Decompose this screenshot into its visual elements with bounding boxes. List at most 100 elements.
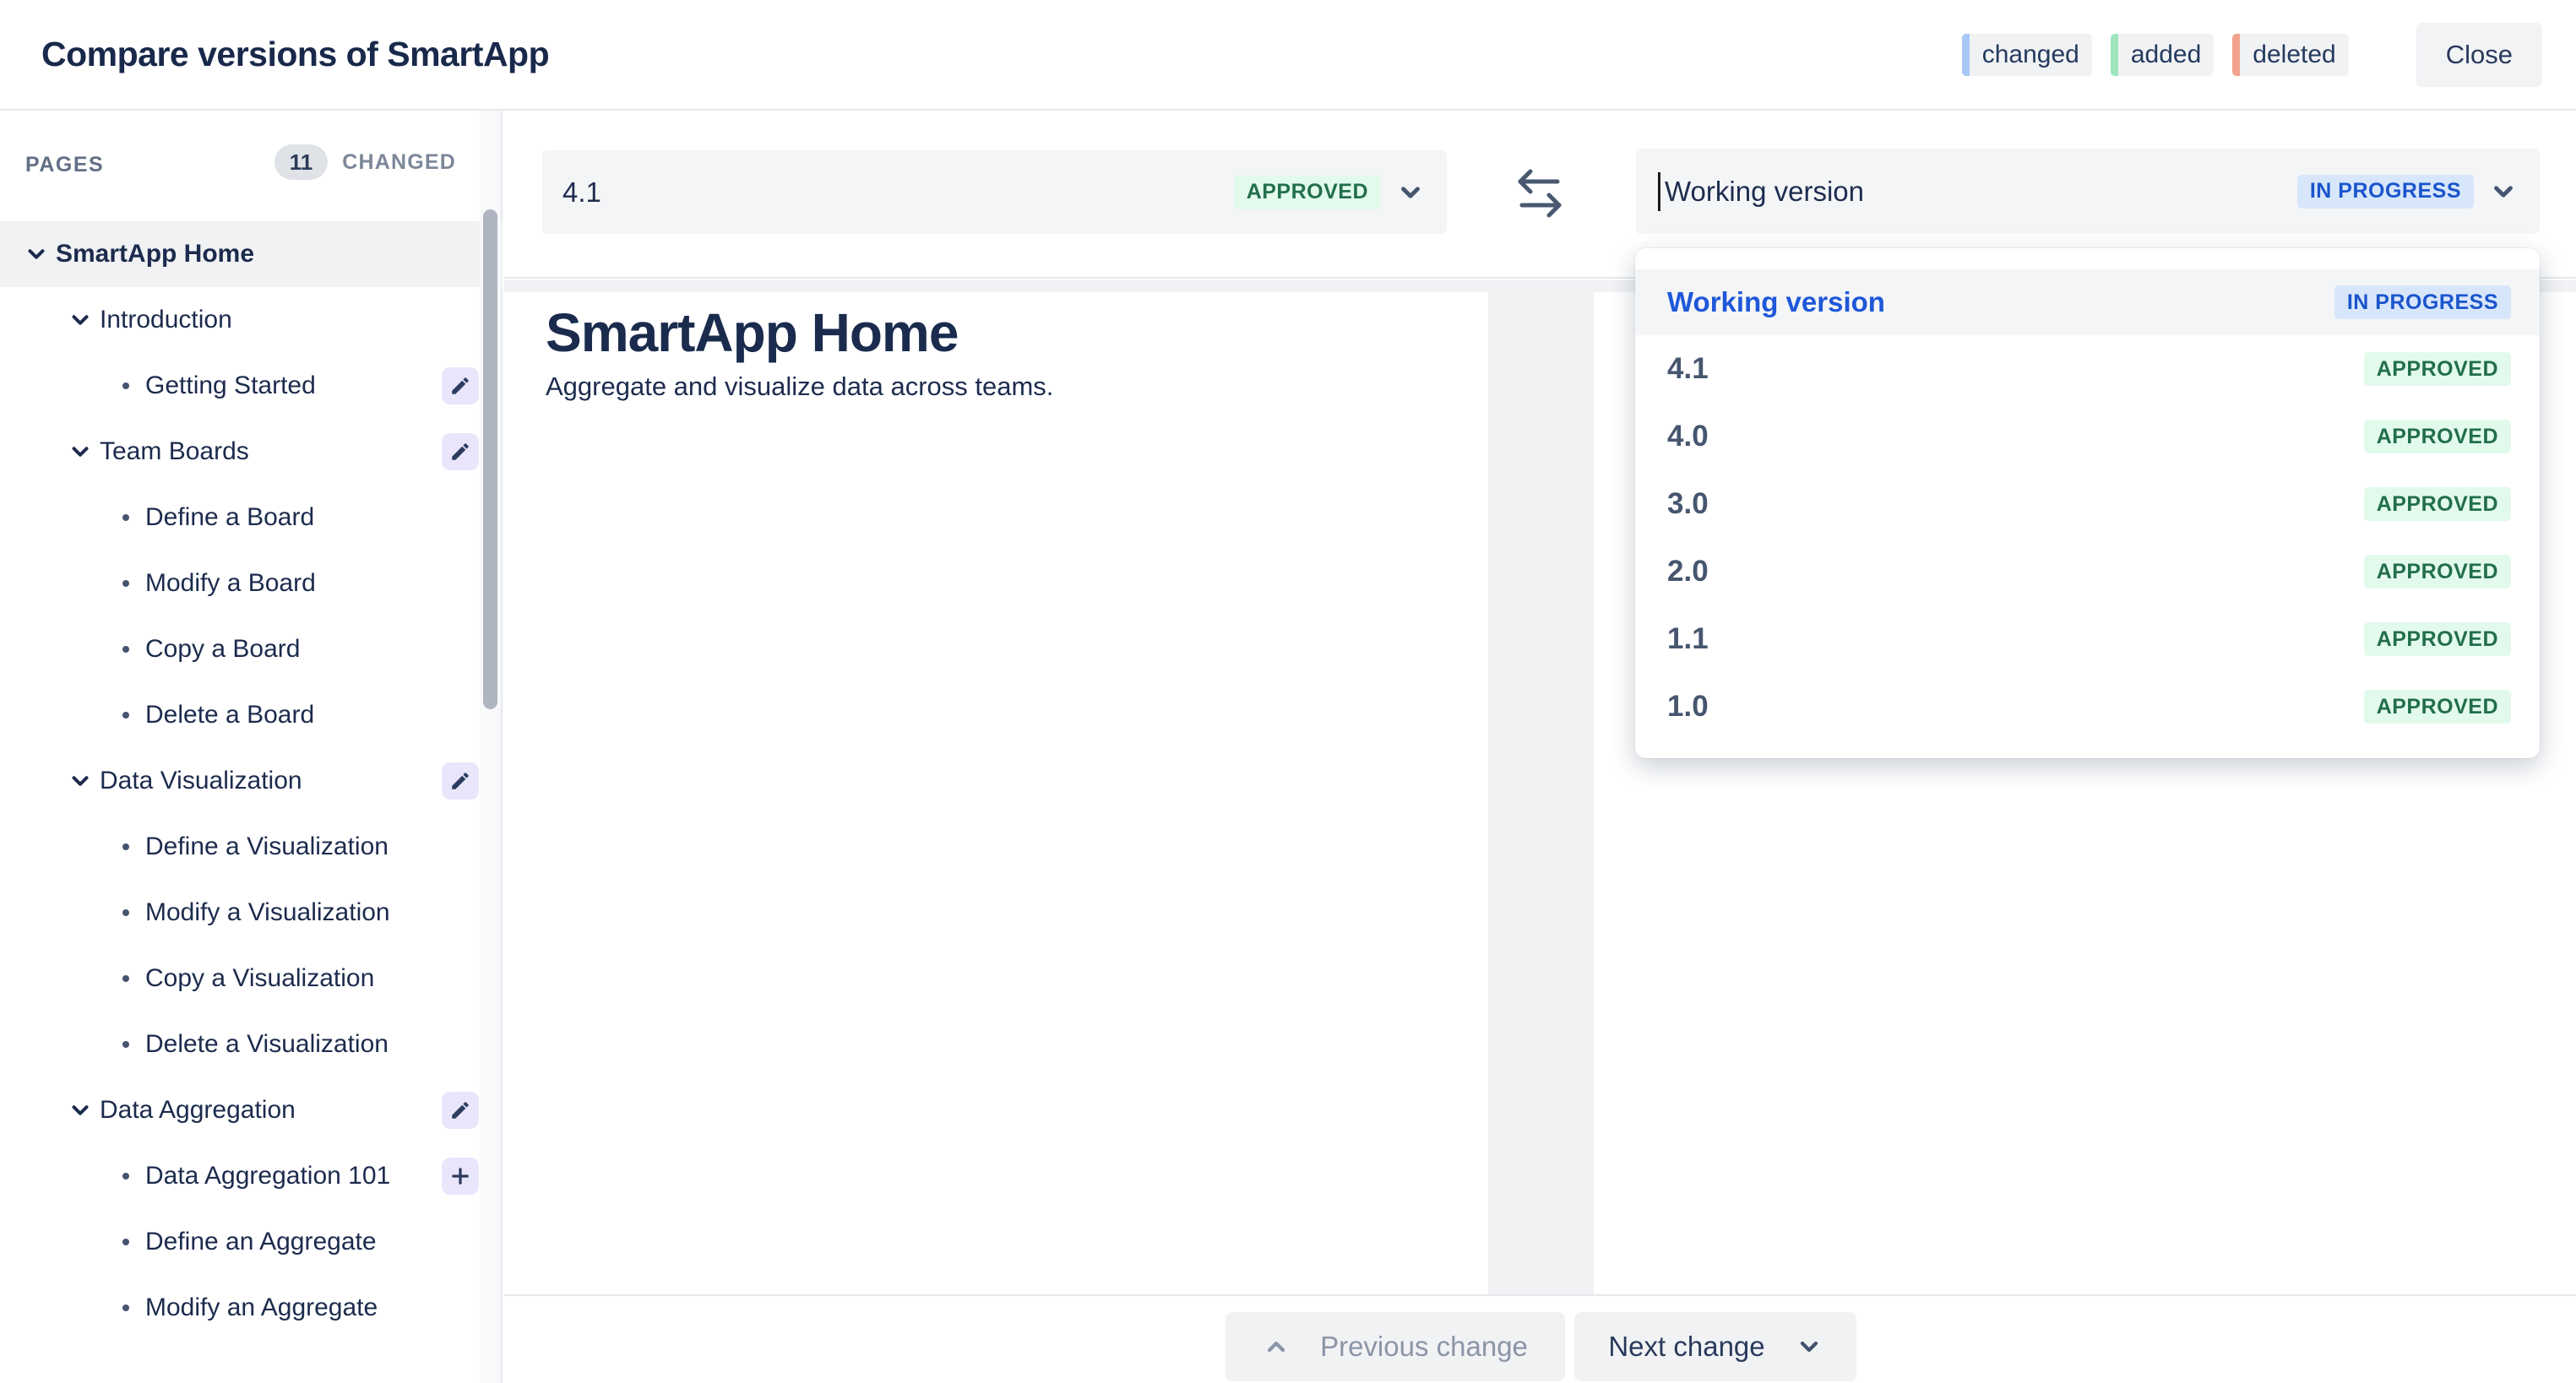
added-color-swatch [2111,34,2118,76]
version-dropdown-menu: Working version IN PROGRESS 4.1 APPROVED… [1635,248,2540,758]
changed-counter: 11 CHANGED [274,144,456,180]
status-badge: APPROVED [2364,622,2511,656]
tree-item-define-an-aggregate[interactable]: Define an Aggregate [0,1209,503,1275]
tree-item-label: Delete a Visualization [145,1030,389,1059]
next-change-label: Next change [1608,1331,1764,1363]
changed-count-badge: 11 [274,144,329,180]
swap-versions-icon [1512,167,1568,224]
bullet-icon [113,966,139,991]
edited-badge [442,1092,479,1129]
tree-item-label: Data Visualization [100,767,302,795]
dropdown-item-working-version[interactable]: Working version IN PROGRESS [1635,269,2540,335]
chevron-down-icon[interactable] [24,241,49,267]
status-badge: IN PROGRESS [2334,285,2511,319]
dropdown-item-name: 2.0 [1667,555,1709,588]
content-title: SmartApp Home [546,302,1053,363]
tree-item-label: Define a Visualization [145,833,389,861]
status-badge: IN PROGRESS [2297,175,2474,209]
dropdown-item-3-0[interactable]: 3.0 APPROVED [1635,470,2540,538]
app-header: Compare versions of SmartApp changed add… [0,0,2576,111]
dropdown-item-4-0[interactable]: 4.0 APPROVED [1635,403,2540,470]
right-version-selector[interactable]: Working version IN PROGRESS [1636,149,2540,234]
dropdown-item-name: 3.0 [1667,487,1709,521]
deleted-color-swatch [2232,34,2240,76]
status-badge: APPROVED [2364,420,2511,453]
tree-item-data-visualization[interactable]: Data Visualization [0,748,503,814]
tree-item-introduction[interactable]: Introduction [0,287,503,353]
left-version-selector[interactable]: 4.1 APPROVED [542,150,1447,234]
legend-added: added [2111,34,2214,76]
dropdown-item-1-0[interactable]: 1.0 APPROVED [1635,673,2540,740]
status-badge: APPROVED [2364,487,2511,521]
tree-item-label: Copy a Visualization [145,964,374,993]
bullet-icon [113,1163,139,1189]
text-cursor [1658,172,1660,211]
legend-changed: changed [1962,34,2092,76]
status-badge: APPROVED [2364,690,2511,724]
legend-changed-label: changed [1970,34,2092,76]
chevron-down-icon [2489,177,2518,206]
chevron-down-icon[interactable] [68,1098,93,1123]
tree-item-define-a-visualization[interactable]: Define a Visualization [0,814,503,880]
tree-item-delete-a-board[interactable]: Delete a Board [0,682,503,748]
tree-item-data-aggregation[interactable]: Data Aggregation [0,1077,503,1143]
bullet-icon [113,900,139,925]
added-badge [442,1158,479,1195]
chevron-down-icon[interactable] [68,439,93,464]
tree-item-smartapp-home[interactable]: SmartApp Home [0,221,503,287]
tree-item-label: Define an Aggregate [145,1228,377,1256]
previous-change-button[interactable]: Previous change [1226,1312,1565,1381]
chevron-down-icon[interactable] [68,307,93,333]
tree-item-modify-a-board[interactable]: Modify a Board [0,550,503,616]
footer-bar: Previous change Next change [504,1294,2576,1383]
bullet-icon [113,702,139,728]
right-version-name: Working version [1665,176,1864,208]
dropdown-item-name: 4.1 [1667,352,1709,386]
close-button[interactable]: Close [2416,23,2542,87]
tree-item-define-a-board[interactable]: Define a Board [0,485,503,550]
pages-sidebar: PAGES 11 CHANGED SmartApp Home Introduct… [0,111,503,1383]
dropdown-item-name: 1.0 [1667,690,1709,724]
status-badge: APPROVED [2364,555,2511,588]
dropdown-item-2-0[interactable]: 2.0 APPROVED [1635,538,2540,605]
chevron-down-icon[interactable] [68,768,93,794]
dropdown-item-4-1[interactable]: 4.1 APPROVED [1635,335,2540,403]
chevron-down-icon [1796,1333,1823,1360]
tree-item-label: Delete a Board [145,701,314,729]
tree-item-modify-a-visualization[interactable]: Modify a Visualization [0,880,503,946]
tree-item-copy-a-visualization[interactable]: Copy a Visualization [0,946,503,1011]
pages-panel-label: PAGES [25,153,104,177]
bullet-icon [113,834,139,860]
bullet-icon [113,1032,139,1057]
diff-legend: changed added deleted Close [1962,23,2542,87]
tree-item-data-aggregation-101[interactable]: Data Aggregation 101 [0,1143,503,1209]
tree-item-copy-a-board[interactable]: Copy a Board [0,616,503,682]
tree-item-label: Getting Started [145,372,316,400]
status-badge: APPROVED [1234,176,1381,209]
dropdown-item-1-1[interactable]: 1.1 APPROVED [1635,605,2540,673]
edited-badge [442,762,479,800]
tree-item-label: SmartApp Home [56,240,254,268]
next-change-button[interactable]: Next change [1574,1312,1856,1381]
bullet-icon [113,571,139,596]
bullet-icon [113,505,139,530]
tree-item-label: Copy a Board [145,635,300,664]
sidebar-scrollbar[interactable] [483,209,497,709]
changed-count-label: CHANGED [342,150,456,175]
tree-item-delete-a-visualization[interactable]: Delete a Visualization [0,1011,503,1077]
left-version-content-panel [504,292,1488,1294]
page-content: SmartApp Home Aggregate and visualize da… [546,302,1053,402]
page-tree: SmartApp Home Introduction Getting Start… [0,221,503,1341]
tree-item-label: Modify a Board [145,569,316,598]
tree-item-getting-started[interactable]: Getting Started [0,353,503,419]
tree-item-label: Data Aggregation [100,1096,296,1125]
status-badge: APPROVED [2364,352,2511,386]
tree-item-label: Modify a Visualization [145,898,390,927]
chevron-up-icon [1263,1333,1290,1360]
previous-change-label: Previous change [1320,1331,1528,1363]
legend-added-label: added [2118,34,2214,76]
bullet-icon [113,1295,139,1321]
tree-item-modify-an-aggregate[interactable]: Modify an Aggregate [0,1275,503,1341]
left-version-name: 4.1 [562,176,601,209]
tree-item-team-boards[interactable]: Team Boards [0,419,503,485]
